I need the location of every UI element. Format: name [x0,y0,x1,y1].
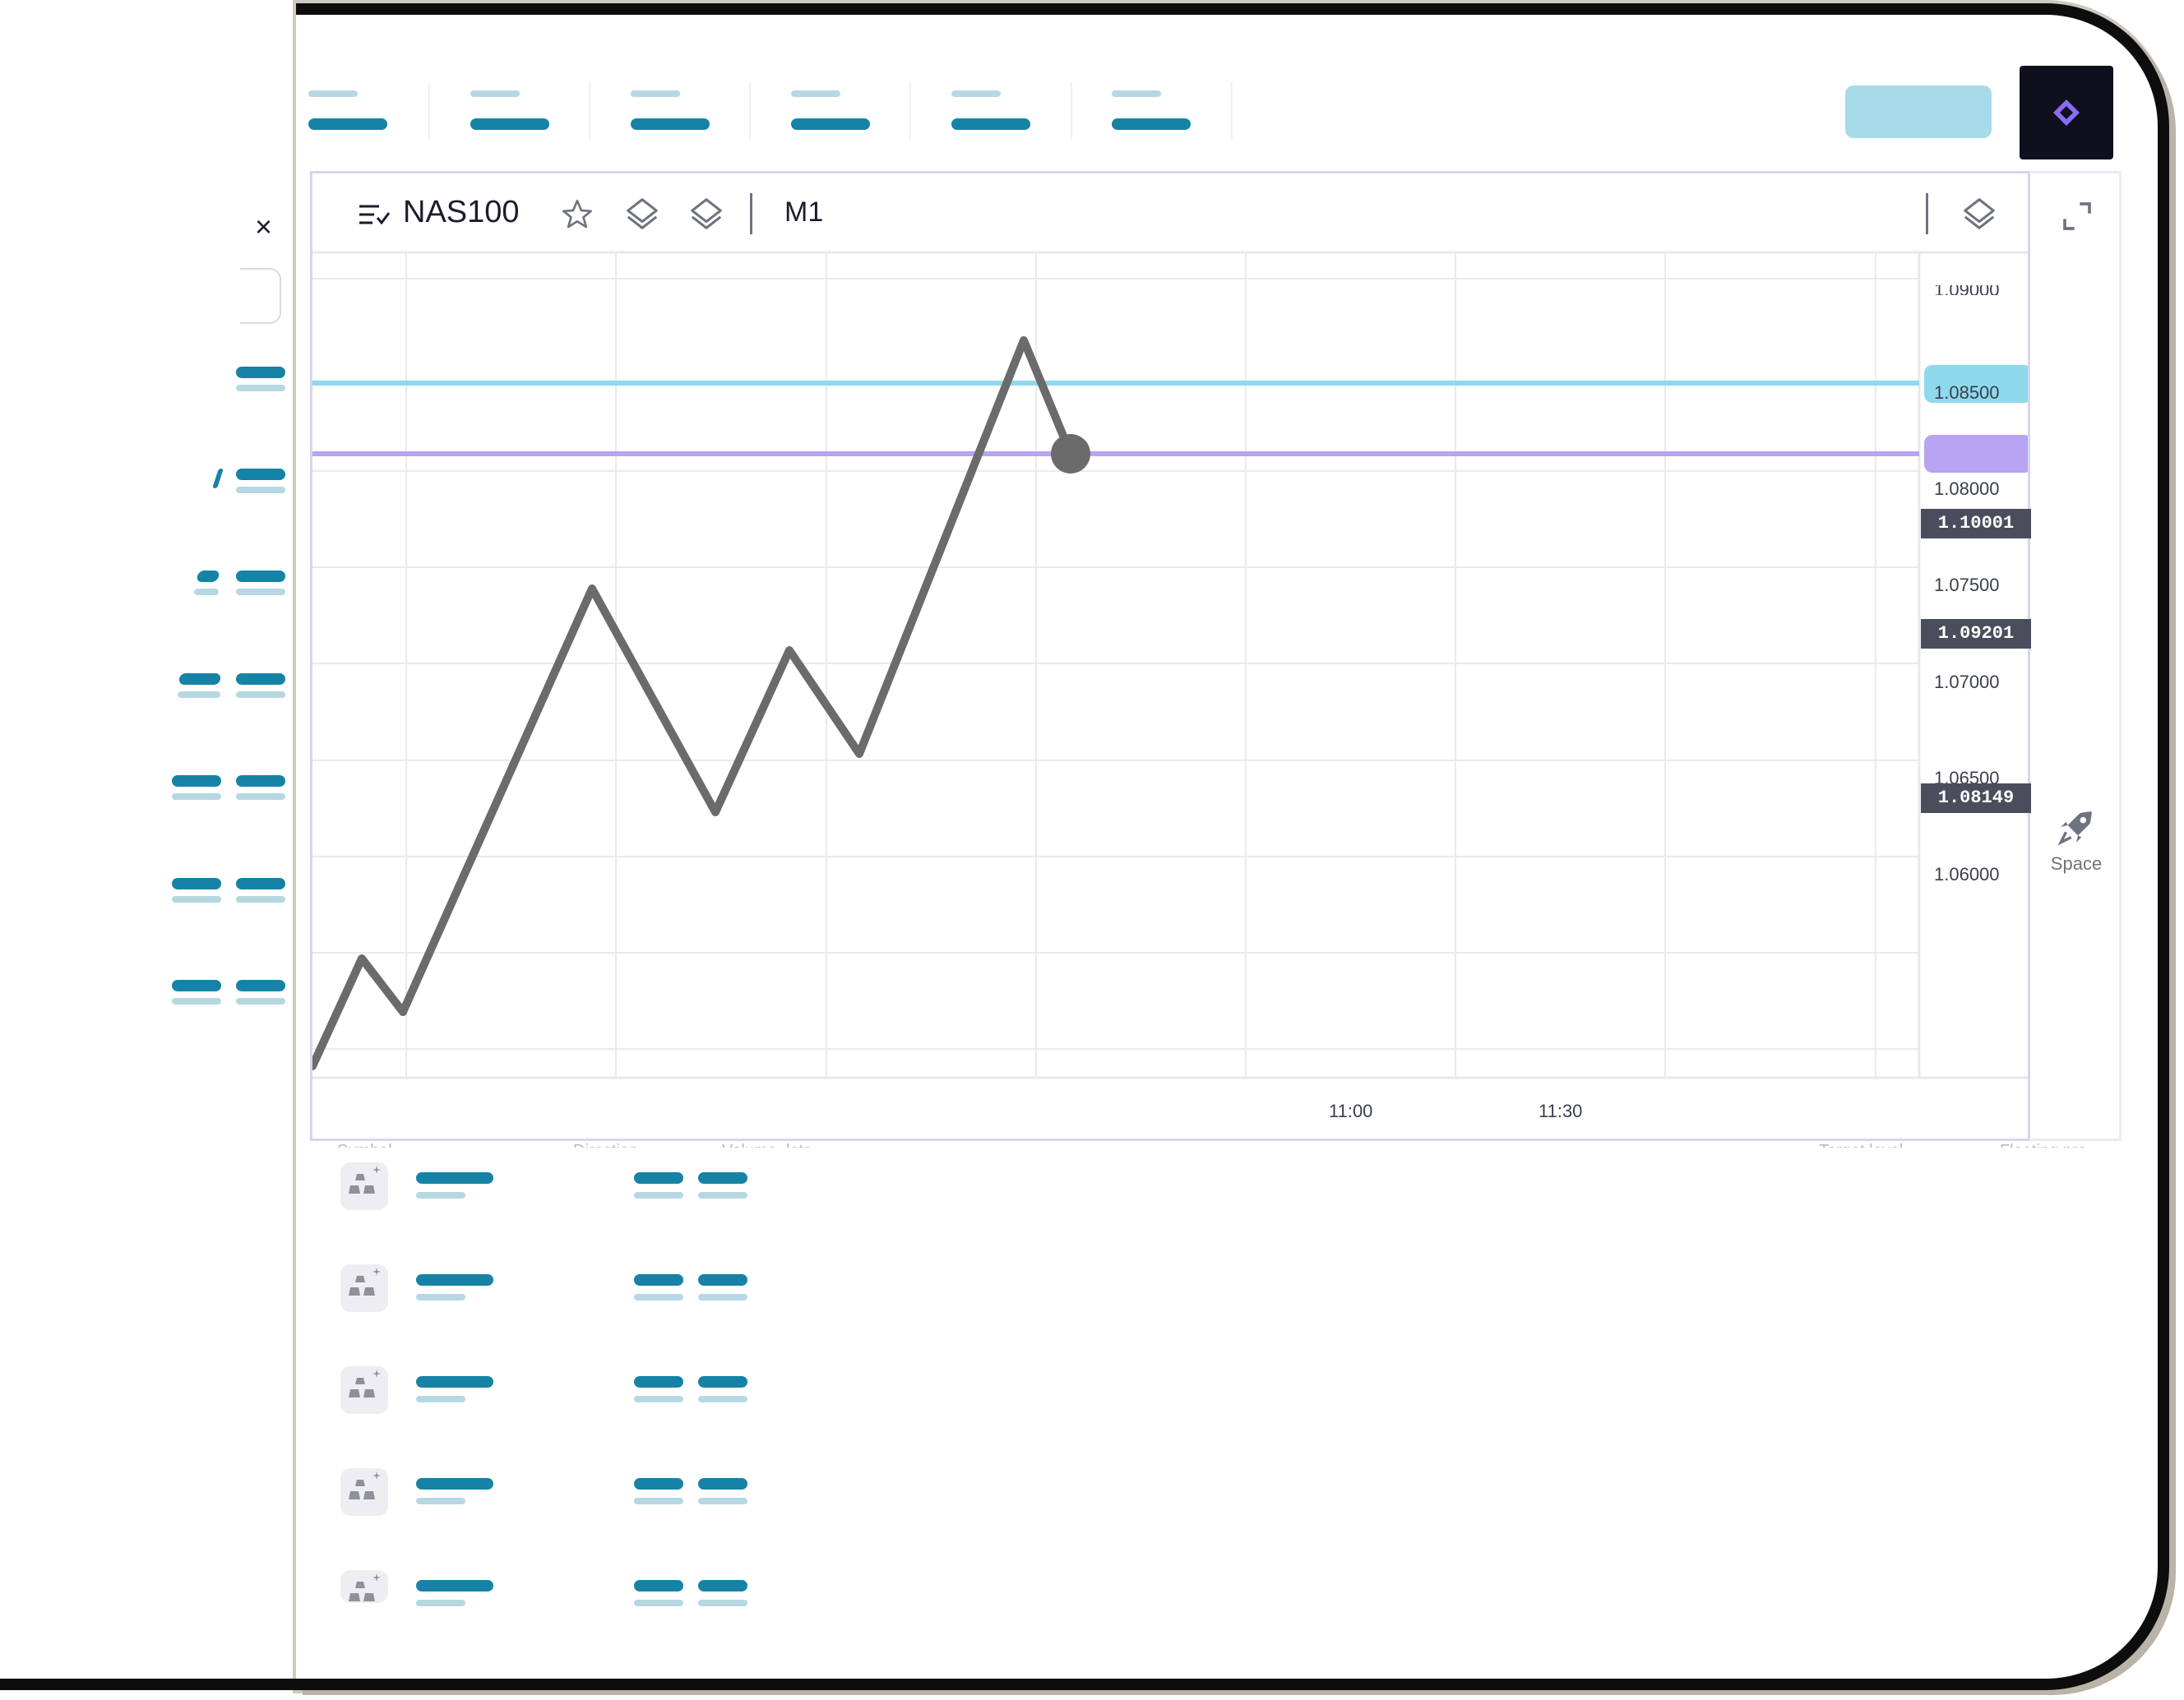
close-icon[interactable]: × [255,210,272,244]
expand-icon[interactable] [2061,200,2094,233]
deposit-button[interactable] [1845,85,1992,138]
layers-icon[interactable] [687,195,725,233]
price-tick-label: 1.06000 [1934,864,2000,885]
gold-bars-icon [340,1366,388,1414]
gold-bars-icon [340,1468,388,1516]
price-tick-label: 1.07000 [1934,672,2000,692]
space-label[interactable]: Space [2031,853,2122,875]
gold-bars-icon [340,1570,388,1603]
price-badge: 1.08149 [1921,783,2031,813]
star-icon[interactable] [561,198,594,231]
timeframe-selector[interactable]: M1 [784,196,823,229]
gold-bars-icon [340,1264,388,1312]
price-tick-label: 1.07500 [1934,575,2000,595]
chart-panel: NAS100 M1 1.09000 1.08500 1.08000 1.07500 1.… [310,171,2031,1141]
rocket-icon[interactable] [2056,806,2097,848]
price-tick-label: 1.09000 [1934,285,2000,295]
layers-icon[interactable] [623,195,661,233]
search-input[interactable] [240,268,281,324]
current-price-dot [1051,434,1090,474]
list-check-icon[interactable] [358,203,391,228]
price-tick-label: 1.08000 [1934,478,2000,499]
price-badge: 1.09201 [1921,619,2031,649]
right-rail [2031,171,2122,1141]
entry-handle [1924,435,2028,473]
price-tick-label: 1.08500 [1934,382,2000,403]
layers-icon[interactable] [1960,195,1998,233]
price-badge: 1.10001 [1921,509,2031,538]
symbol-label[interactable]: NAS100 [403,195,520,230]
time-tick-label: 11:30 [1539,1101,1583,1121]
time-tick-label: 11:00 [1329,1101,1373,1121]
gold-bars-icon [340,1162,388,1210]
logo-button[interactable] [2020,66,2113,159]
price-line [312,336,1075,1070]
logo-icon [2053,99,2080,126]
